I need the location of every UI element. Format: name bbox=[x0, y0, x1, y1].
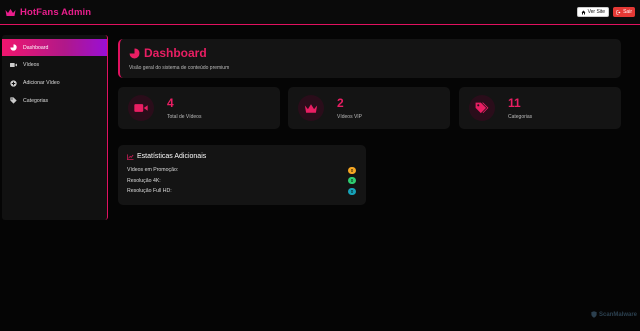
sidebar-item-label: Adicionar Vídeo bbox=[23, 80, 60, 87]
status-badge: 0 bbox=[348, 177, 356, 185]
stat-row-label: Vídeos em Promoção: bbox=[127, 167, 179, 174]
stat-card-total-videos: 4 Total de Vídeos bbox=[118, 87, 280, 129]
stat-icon-wrap bbox=[128, 95, 154, 121]
tags-icon bbox=[475, 102, 489, 113]
sidebar-item-dashboard[interactable]: Dashboard bbox=[2, 39, 107, 56]
stat-row-promo: Vídeos em Promoção: 0 bbox=[127, 165, 357, 176]
status-badge: 0 bbox=[348, 187, 356, 195]
sidebar: Dashboard Vídeos Adicionar Vídeo Categor… bbox=[2, 35, 108, 220]
stat-row-fullhd: Resolução Full HD: 0 bbox=[127, 186, 357, 197]
stat-label: Categorias bbox=[508, 113, 533, 120]
stat-card-vip-videos: 2 Vídeos VIP bbox=[288, 87, 450, 129]
stat-value: 4 bbox=[167, 95, 174, 110]
shield-icon bbox=[591, 311, 597, 318]
stat-icon-wrap bbox=[298, 95, 324, 121]
watermark: ScanMalware bbox=[591, 311, 637, 318]
sidebar-item-add-video[interactable]: Adicionar Vídeo bbox=[2, 75, 107, 92]
dashboard-header-card: Dashboard Visão geral do sistema de cont… bbox=[118, 39, 621, 78]
top-navbar: HotFans Admin Ver Site Sair bbox=[0, 0, 640, 25]
stat-value: 2 bbox=[337, 95, 344, 110]
home-icon bbox=[581, 10, 586, 14]
sidebar-item-label: Dashboard bbox=[23, 44, 49, 51]
stat-row-4k: Resolução 4K: 0 bbox=[127, 176, 357, 187]
status-badge: 0 bbox=[348, 166, 356, 174]
view-site-button[interactable]: Ver Site bbox=[576, 7, 610, 17]
stat-icon-wrap bbox=[469, 95, 495, 121]
stat-row-label: Resolução 4K: bbox=[127, 177, 161, 184]
pie-chart-icon bbox=[10, 44, 17, 51]
stat-value: 11 bbox=[508, 95, 521, 110]
brand-title: HotFans Admin bbox=[20, 6, 92, 18]
logout-label: Sair bbox=[623, 9, 632, 15]
sidebar-item-categories[interactable]: Categorias bbox=[2, 92, 107, 109]
page-subtitle: Visão geral do sistema de conteúdo premi… bbox=[129, 65, 230, 71]
watermark-text: ScanMalware bbox=[599, 311, 638, 318]
plus-circle-icon bbox=[10, 79, 17, 87]
sidebar-item-videos[interactable]: Vídeos bbox=[2, 57, 107, 74]
video-camera-icon bbox=[134, 104, 148, 112]
stat-label: Vídeos VIP bbox=[337, 113, 363, 120]
sidebar-item-label: Categorias bbox=[23, 97, 49, 104]
sidebar-item-label: Vídeos bbox=[23, 62, 40, 69]
stat-card-categories: 11 Categorias bbox=[459, 87, 621, 129]
view-site-label: Ver Site bbox=[587, 9, 606, 15]
sign-out-icon bbox=[616, 10, 621, 14]
stat-label: Total de Vídeos bbox=[167, 113, 202, 120]
logout-button[interactable]: Sair bbox=[613, 7, 635, 17]
crown-icon bbox=[304, 103, 318, 113]
video-camera-icon bbox=[10, 63, 17, 68]
crown-icon bbox=[5, 8, 16, 16]
additional-stats-title: Estatísticas Adicionais bbox=[137, 153, 207, 160]
line-chart-icon bbox=[127, 153, 134, 160]
pie-chart-icon bbox=[129, 48, 140, 58]
brand[interactable]: HotFans Admin bbox=[5, 7, 91, 18]
additional-stats-card: Estatísticas Adicionais Vídeos em Promoç… bbox=[118, 145, 366, 205]
page-title: Dashboard bbox=[144, 46, 207, 60]
stat-row-label: Resolução Full HD: bbox=[127, 188, 172, 195]
tag-icon bbox=[10, 97, 17, 105]
